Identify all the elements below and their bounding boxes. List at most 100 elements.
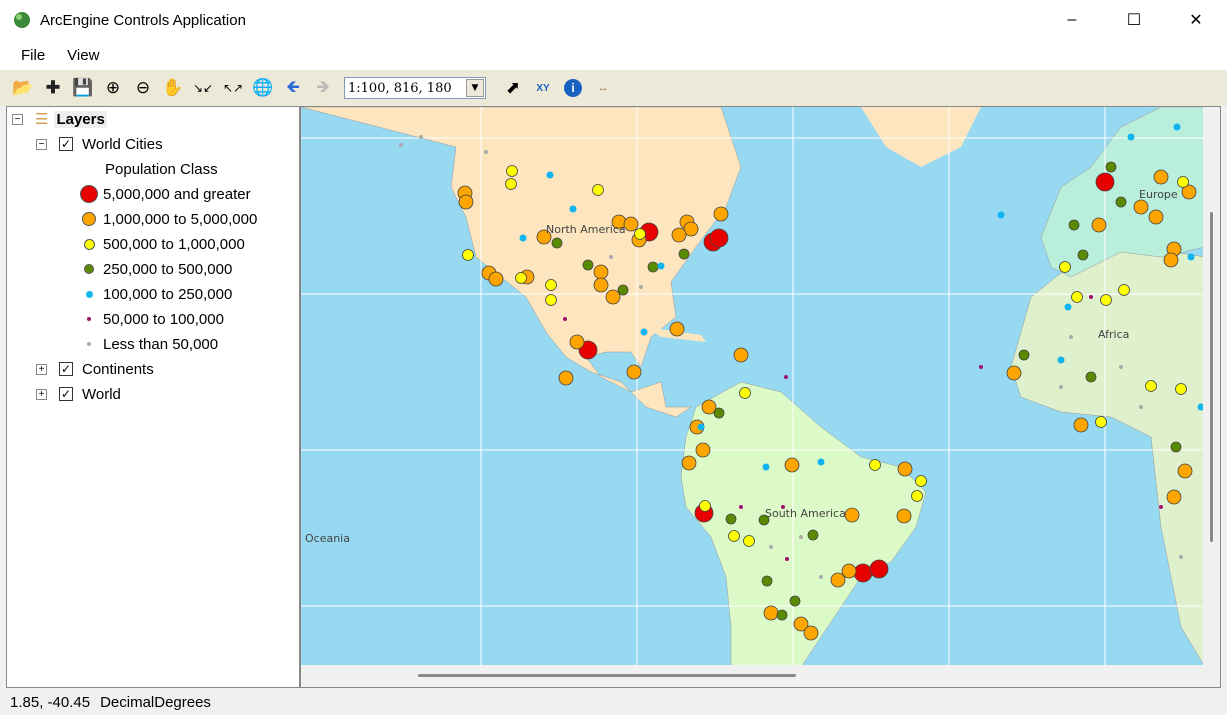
city-point [458,194,474,210]
legend-class: 50,000 to 100,000 [79,308,224,330]
city-point [869,559,889,579]
city-point [789,595,801,607]
map-scale-combobox[interactable]: 1:100, 816, 180 ▼ [344,77,486,99]
zoom-in-icon[interactable]: ⊕ [98,74,128,102]
fixed-zoom-out-icon[interactable]: ↖↗ [218,74,248,102]
window-title: ArcEngine Controls Application [40,11,246,29]
layer-checkbox[interactable]: ✓ [59,362,73,376]
layer-world-cities[interactable]: − ✓ World Cities [36,133,163,155]
collapse-icon[interactable]: − [12,113,23,125]
city-point [1068,219,1080,231]
save-icon[interactable]: 💾 [68,74,98,102]
city-point [911,490,923,502]
city-point [697,423,705,431]
vertical-scroll-thumb[interactable] [1210,212,1213,542]
collapse-icon[interactable]: − [36,138,47,150]
menu-view[interactable]: View [56,47,110,64]
map-label-africa: Africa [1098,328,1129,341]
city-point [1187,253,1195,261]
expand-icon[interactable]: + [36,388,47,400]
city-point [1100,294,1112,306]
city-point [807,529,819,541]
vertical-scrollbar[interactable] [1203,107,1220,667]
add-data-icon[interactable]: ✚ [38,74,68,102]
forward-icon[interactable]: 🡺 [308,74,338,102]
city-point [640,328,648,336]
city-point [803,625,819,641]
layer-name: World Cities [82,135,163,153]
pan-icon[interactable]: ✋ [158,74,188,102]
city-point [657,262,665,270]
horizontal-scrollbar[interactable] [301,665,1205,687]
city-point [1105,161,1117,173]
horizontal-scroll-thumb[interactable] [418,674,796,677]
zoom-out-icon[interactable]: ⊖ [128,74,158,102]
menu-file[interactable]: File [10,47,56,64]
legend-class: 5,000,000 and greater [79,183,251,205]
layer-checkbox[interactable]: ✓ [59,137,73,151]
legend-symbol-icon [87,342,91,346]
city-point [739,387,751,399]
measure-icon[interactable]: ↔ [588,74,618,102]
minimize-button[interactable]: – [1041,0,1103,40]
city-point [1095,172,1115,192]
toc-root[interactable]: − ☰ Layers [12,108,107,130]
city-point [979,365,983,369]
city-point [784,457,800,473]
city-point [1153,169,1169,185]
layer-continents[interactable]: + ✓ Continents [36,358,154,380]
city-point [545,279,557,291]
city-point [647,261,659,273]
city-point [605,289,621,305]
status-units: DecimalDegrees [100,693,211,711]
map-scale-value: 1:100, 816, 180 [348,80,452,96]
city-point [1170,441,1182,453]
identify-icon[interactable]: i [558,74,588,102]
chevron-down-icon[interactable]: ▼ [466,79,484,97]
map-control[interactable]: North America South America Europe Afric… [300,106,1221,688]
city-point [997,211,1005,219]
layer-checkbox[interactable]: ✓ [59,387,73,401]
toolbar: 📂 ✚ 💾 ⊕ ⊖ ✋ ↘↙ ↖↗ 🌐 🡸 🡺 1:100, 816, 180 ▼… [0,70,1227,106]
legend-symbol-icon [84,264,94,274]
close-button[interactable]: ✕ [1165,0,1227,40]
app-globe-icon [14,12,30,28]
map-label-south-america: South America [765,507,846,520]
legend-class: 250,000 to 500,000 [79,258,232,280]
layer-world[interactable]: + ✓ World [36,383,121,405]
expand-icon[interactable]: + [36,363,47,375]
city-point [569,334,585,350]
select-icon[interactable]: ⬈ [498,74,528,102]
city-point [1177,463,1193,479]
full-extent-icon[interactable]: 🌐 [248,74,278,102]
city-point [1127,133,1135,141]
layer-name: World [82,385,121,403]
go-to-xy-icon[interactable]: XY [528,74,558,102]
city-point [761,575,773,587]
city-point [1118,284,1130,296]
city-point [853,563,873,583]
open-icon[interactable]: 📂 [8,74,38,102]
map-canvas[interactable]: North America South America Europe Afric… [301,107,1206,668]
legend-label: 5,000,000 and greater [103,185,251,203]
map-label-europe: Europe [1139,188,1178,201]
city-point [558,370,574,386]
city-point [1095,416,1107,428]
legend-label: 100,000 to 250,000 [103,285,233,303]
city-point [1077,249,1089,261]
city-point [1069,335,1073,339]
map-label-north-america: North America [546,223,626,236]
legend-class: 1,000,000 to 5,000,000 [79,208,257,230]
city-point [896,508,912,524]
city-point [1059,261,1071,273]
maximize-button[interactable]: ☐ [1103,0,1165,40]
city-point [713,407,725,419]
city-point [785,557,789,561]
city-point [1064,303,1072,311]
city-point [1177,176,1189,188]
city-point [399,143,403,147]
city-point [1159,505,1163,509]
city-point [681,455,697,471]
back-icon[interactable]: 🡸 [278,74,308,102]
fixed-zoom-in-icon[interactable]: ↘↙ [188,74,218,102]
